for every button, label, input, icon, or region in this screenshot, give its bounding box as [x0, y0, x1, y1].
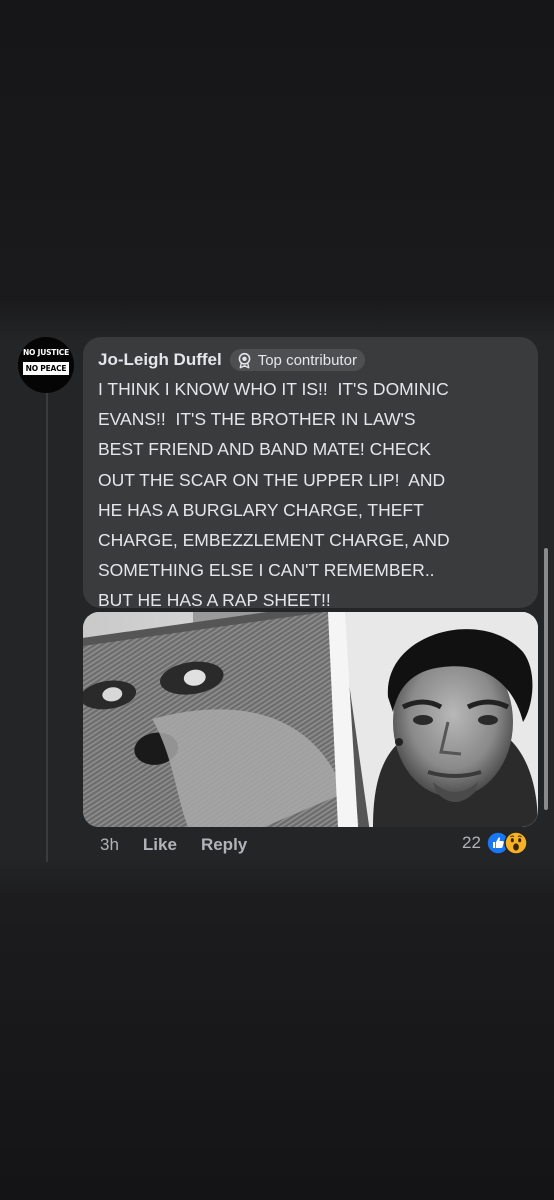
reaction-count: 22: [462, 833, 481, 852]
top-contributor-badge-icon: [238, 352, 251, 368]
comment-photo[interactable]: [83, 612, 538, 827]
author-name[interactable]: Jo-Leigh Duffel: [98, 350, 222, 370]
top-contributor-badge[interactable]: Top contributor: [229, 349, 365, 371]
comment-photo-image: [83, 612, 538, 827]
comment-bubble: Jo-Leigh Duffel Top contributor I THINK …: [83, 337, 538, 610]
like-button[interactable]: Like: [143, 835, 177, 855]
badge-label: Top contributor: [257, 351, 357, 369]
avatar[interactable]: NO JUSTICE NO PEACE: [18, 337, 74, 393]
comment-text: I THINK I KNOW WHO IT IS!! IT'S DOMINIC …: [98, 379, 450, 611]
reply-button[interactable]: Reply: [201, 835, 247, 855]
avatar-text-bottom: NO PEACE: [23, 362, 69, 375]
scrollbar[interactable]: [544, 548, 548, 810]
thread-line: [46, 392, 48, 862]
reaction-summary[interactable]: 22: [462, 829, 528, 857]
avatar-text-top: NO JUSTICE: [22, 348, 70, 357]
wow-reaction-icon: [504, 831, 528, 855]
comment-time[interactable]: 3h: [100, 835, 119, 855]
author-row: Jo-Leigh Duffel Top contributor: [98, 347, 365, 373]
comment-actions: 3h Like Reply: [100, 833, 247, 857]
